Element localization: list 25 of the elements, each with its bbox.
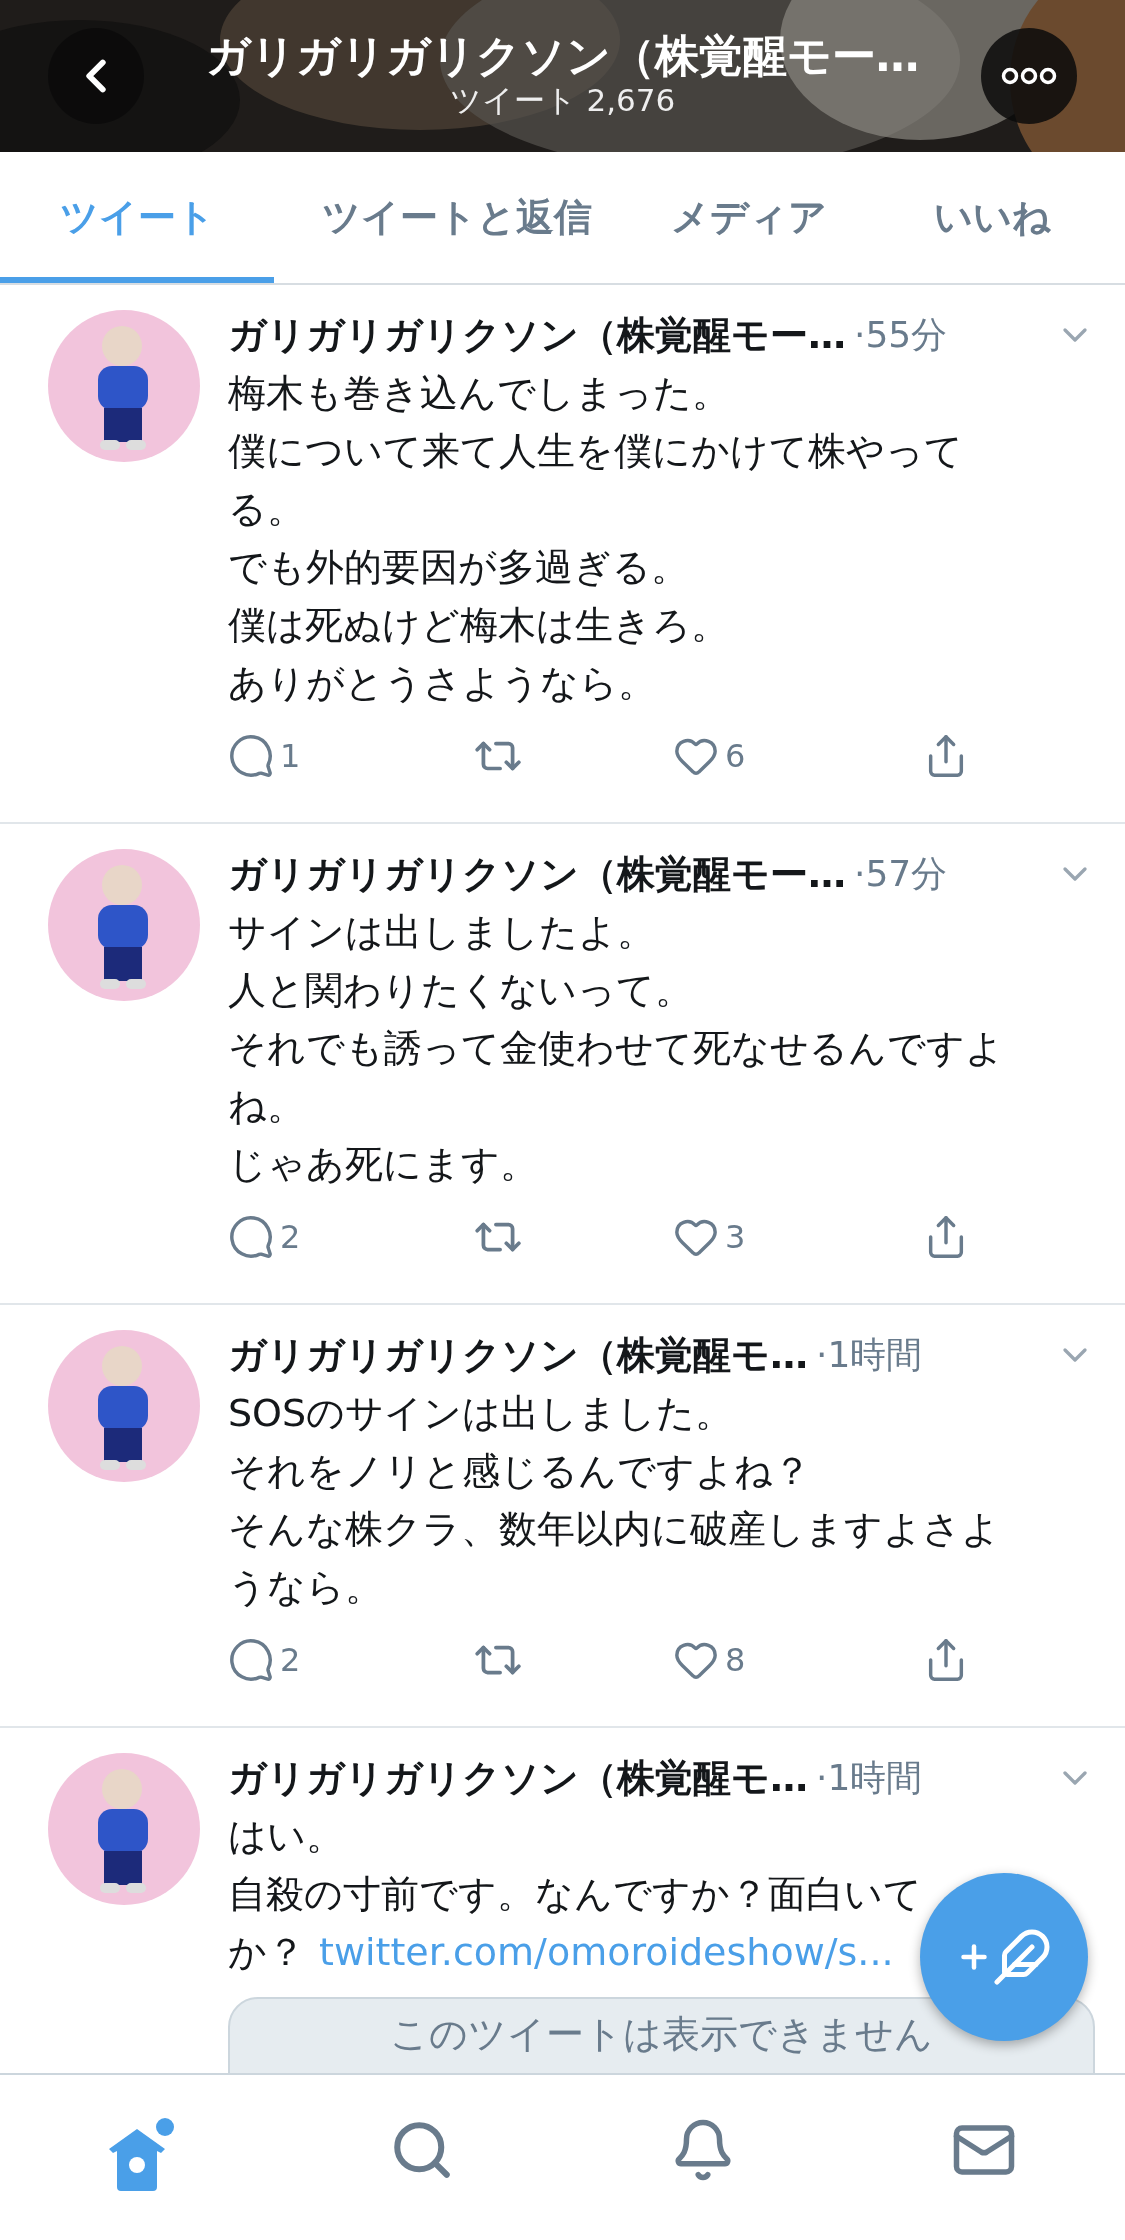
tweet-text: 梅木も巻き込んでしまった。 僕について来て人生を僕にかけて株やって る。 でも外的要因が多過ぎる。 僕は死ぬけど梅木は生きろ。 ありがとうさようなら。 (228, 370, 963, 707)
author-name: ガリガリガリクソン（株覚醒モー… (228, 850, 846, 898)
tweet-time: ·57分 (854, 851, 948, 896)
like-button[interactable]: 8 (673, 1637, 746, 1683)
profile-tab[interactable]: ツイート (0, 152, 274, 283)
profile-tab[interactable]: いいね (859, 152, 1125, 283)
profile-name: ガリガリガリクソン（株覚醒モー… (205, 30, 920, 82)
tweet-time: ·1時間 (816, 1755, 923, 1800)
tweet-link[interactable]: twitter.com/omoroideshow/s... (319, 1930, 894, 1974)
tweet-time: ·1時間 (816, 1332, 923, 1377)
tweet-text: はい。 自殺の寸前です。なんですか？面白いて か？ twitter.com/omoroideshow/s... (228, 1813, 922, 1976)
tweet-text: サインは出しましたよ。 人と関わりたくないって。 それでも誘って金使わせて死なせるんですよ ね。 じゃあ死にます。 (228, 909, 1004, 1188)
more-icon (1001, 66, 1057, 86)
feather-icon (992, 1927, 1052, 1987)
tweet-count: ツイート 2,676 (449, 82, 676, 118)
tweet-time: ·55分 (854, 312, 948, 357)
profile-tab[interactable]: メディア (639, 152, 859, 283)
author-name: ガリガリガリクソン（株覚醒モ… (228, 1331, 808, 1379)
unavailable-message: このツイートは表示できません (390, 2011, 933, 2058)
author-name: ガリガリガリクソン（株覚醒モ… (228, 1754, 808, 1802)
author-name: ガリガリガリクソン（株覚醒モー… (228, 311, 846, 359)
like-button[interactable]: 6 (673, 733, 746, 779)
tweet-text: SOSのサインは出しました。 それをノリと感じるんですよね？ そんな株クラ、数年以内に破産しますよさよ うなら。 (228, 1390, 1000, 1611)
profile-tab[interactable]: ツイートと返信 (274, 152, 639, 283)
like-button[interactable]: 3 (673, 1214, 746, 1260)
